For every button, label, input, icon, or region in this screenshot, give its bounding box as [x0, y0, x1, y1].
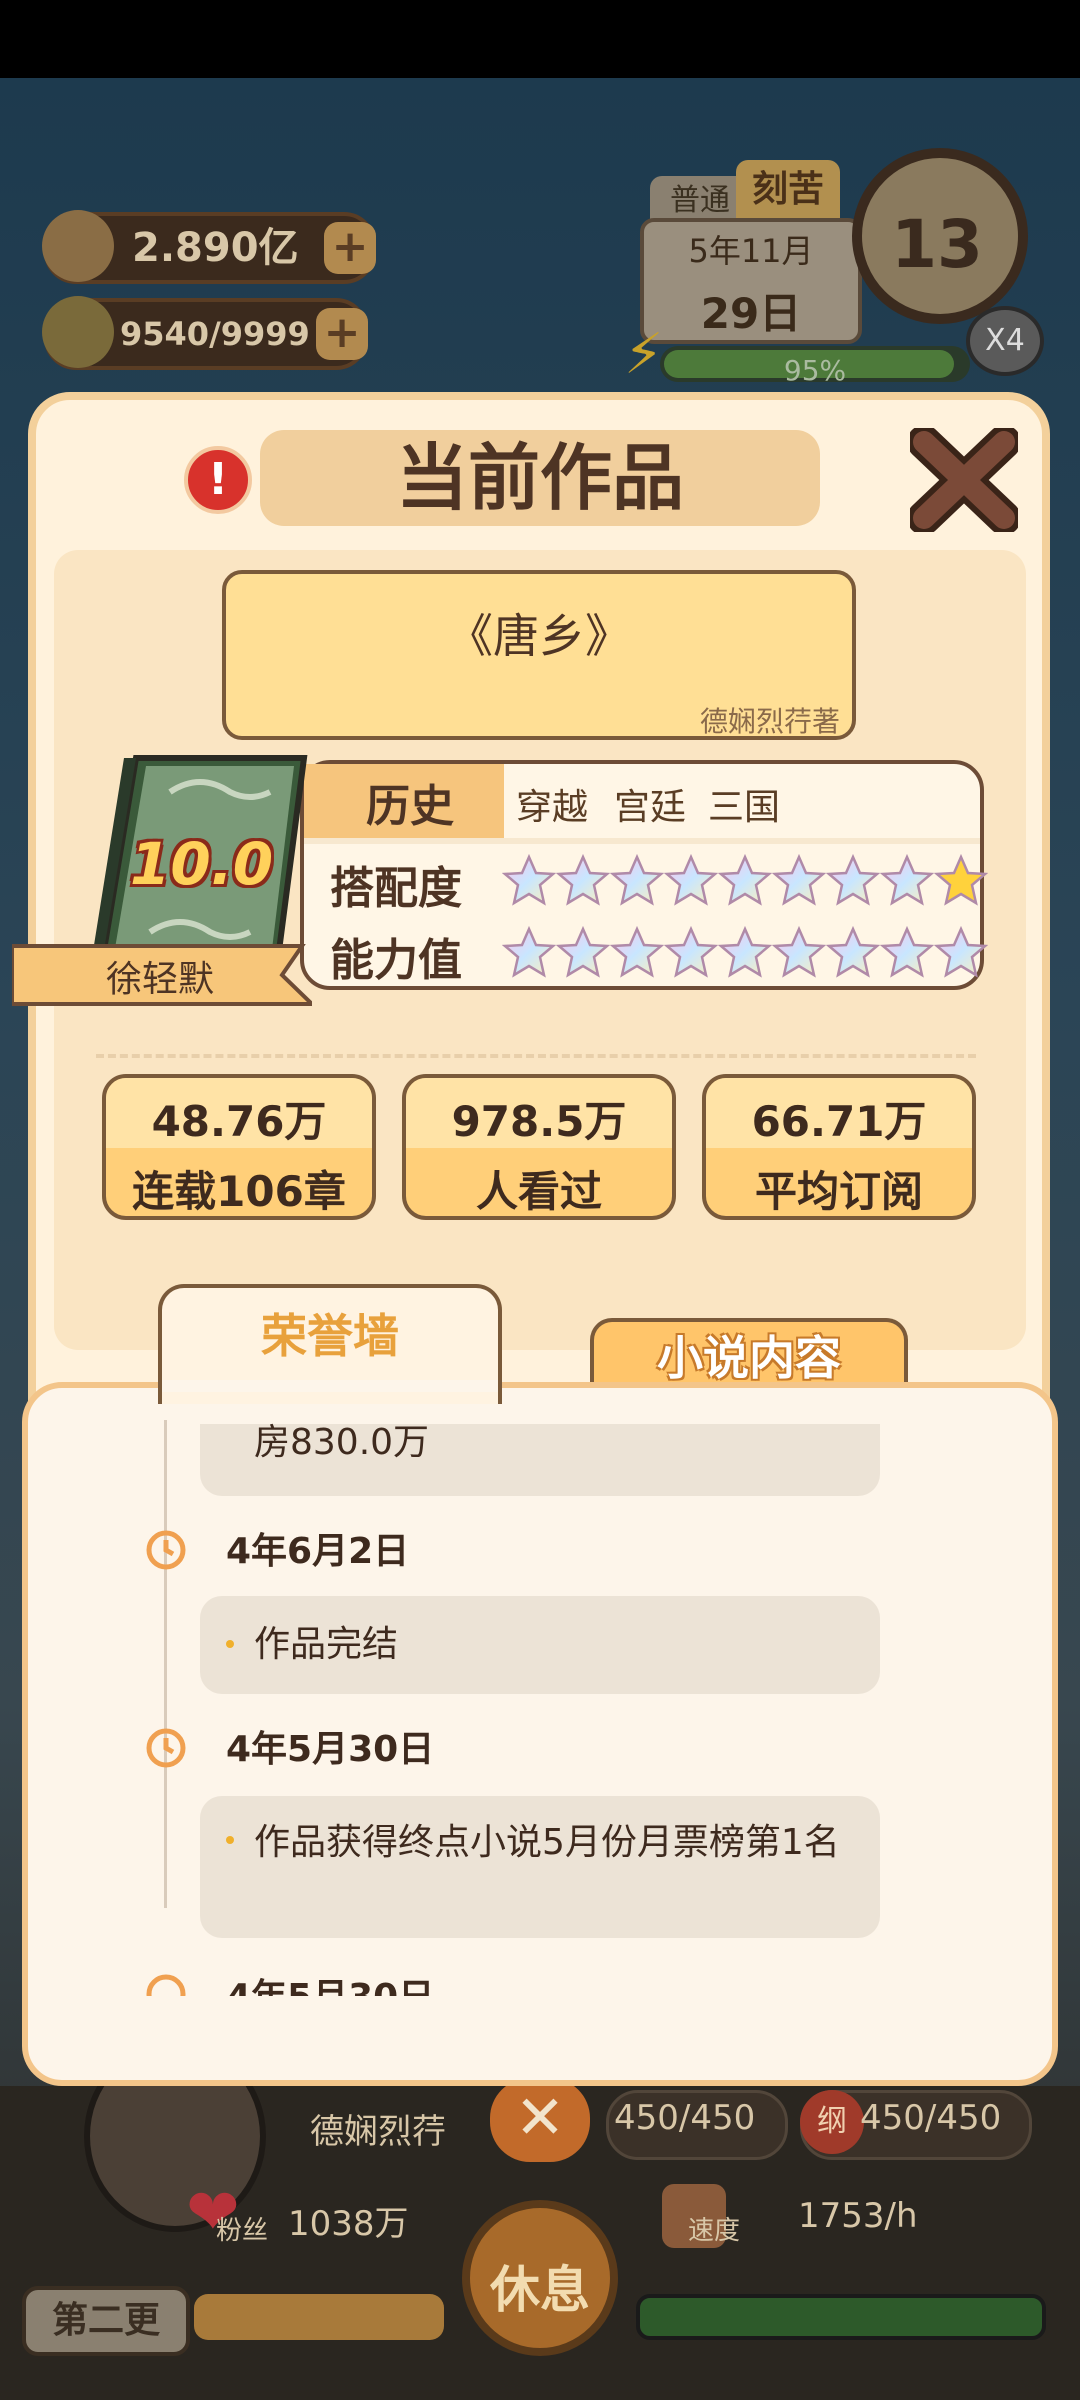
- match-stars: [501, 853, 989, 910]
- bottom-author-name: 德娴烈荇: [310, 2112, 446, 2152]
- tag-3: 三国: [708, 787, 781, 828]
- date-month: 5年11月: [688, 232, 814, 270]
- star-icon: [825, 925, 881, 980]
- stat-value: 48.76万: [151, 1097, 327, 1146]
- stat-value: 978.5万: [451, 1097, 627, 1146]
- star-icon: [501, 853, 557, 908]
- star-icon: [555, 925, 611, 980]
- stat-label: 连载106章: [132, 1167, 346, 1216]
- tag-1: 穿越: [516, 787, 589, 828]
- timeline-text: 作品获得终点小说5月份月票榜第1名: [254, 1822, 840, 1863]
- star-icon: [717, 925, 773, 980]
- energy-value: 9540/9999: [120, 315, 310, 353]
- star-icon: [555, 853, 611, 908]
- add-energy-icon[interactable]: +: [316, 308, 368, 360]
- status-bar: [0, 0, 1080, 78]
- timeline-line: [164, 1420, 167, 1908]
- row-divider: [304, 838, 980, 844]
- star-icon: [825, 853, 881, 908]
- stat-b-value: 450/450: [860, 2098, 1002, 2138]
- stat-label: 平均订阅: [754, 1167, 923, 1216]
- star-icon: [771, 853, 827, 908]
- dialog-title: 当前作品: [395, 436, 684, 520]
- cancel-x-button[interactable]: ✕: [490, 2078, 590, 2162]
- timeline-date: 4年5月30日: [226, 1729, 435, 1770]
- star-icon: [663, 853, 719, 908]
- star-icon: [663, 925, 719, 980]
- stat-card-views: 978.5万 人看过: [402, 1074, 676, 1220]
- chapter-button[interactable]: 第二更: [22, 2286, 190, 2356]
- tab-novel-content-label: 小说内容: [657, 1331, 841, 1385]
- clock-icon: [146, 1530, 186, 1570]
- stat-label: 人看过: [475, 1167, 602, 1216]
- book-title: 《唐乡》: [447, 609, 631, 663]
- tab-honor-mask: [162, 1380, 498, 1392]
- level-number: 13: [891, 206, 983, 283]
- star-icon: [879, 925, 935, 980]
- protagonist-name: 徐轻默: [105, 959, 214, 1000]
- rest-button-label: 休息: [490, 2261, 590, 2319]
- energy-counter[interactable]: 9540/9999 +: [42, 296, 368, 370]
- gold-value: 2.890亿: [132, 225, 299, 271]
- tab-honor-wall-label: 荣誉墙: [261, 1309, 399, 1363]
- ability-label: 能力值: [330, 935, 462, 986]
- genre-label: 历史: [366, 781, 454, 832]
- ability-stars: [501, 925, 989, 982]
- stamina-bar: [636, 2294, 1046, 2340]
- star-icon: [609, 925, 665, 980]
- star-icon: [933, 925, 989, 980]
- match-label: 搭配度: [330, 863, 462, 914]
- star-icon: [717, 853, 773, 908]
- lightbulb-icon: [42, 296, 114, 368]
- clock-icon: [146, 1974, 186, 1996]
- star-icon: [609, 853, 665, 908]
- tag-2: 宫廷: [614, 787, 687, 828]
- progress-percent: 95%: [783, 354, 847, 387]
- mode-tab-hard[interactable]: 刻苦: [736, 160, 840, 220]
- fans-label: 粉丝: [216, 2216, 269, 2246]
- add-gold-icon[interactable]: +: [324, 222, 376, 274]
- date-day: 29日: [700, 289, 802, 338]
- multiplier-badge[interactable]: X4: [966, 306, 1044, 376]
- close-x-icon[interactable]: [910, 428, 1018, 532]
- bullet-dot: [226, 1640, 234, 1648]
- bullet-dot: [226, 1836, 234, 1844]
- stat-value: 66.71万: [751, 1097, 927, 1146]
- timeline-clip: 4年5月30日: [140, 1968, 540, 1996]
- speed-value: 1753/h: [798, 2196, 918, 2236]
- timeline-text: 房830.0万: [254, 1422, 430, 1463]
- star-icon: [933, 853, 989, 908]
- lightning-icon: ⚡: [624, 322, 664, 387]
- writing-progress-bar: [194, 2294, 444, 2340]
- star-icon: [879, 853, 935, 908]
- star-icon: [501, 925, 557, 980]
- stat-card-avg-subscription: 66.71万 平均订阅: [702, 1074, 976, 1220]
- section-divider: [96, 1054, 976, 1058]
- gold-counter[interactable]: 2.890亿 +: [42, 210, 376, 284]
- fans-value: 1038万: [288, 2204, 409, 2244]
- timeline-date: 4年6月2日: [226, 1531, 410, 1572]
- book-author: 德娴烈荇著: [699, 705, 840, 738]
- book-score: 10.0: [130, 830, 274, 898]
- timeline-date: 4年5月30日: [226, 1968, 434, 1996]
- star-icon: [771, 925, 827, 980]
- clock-icon: [146, 1728, 186, 1768]
- exclamation-icon[interactable]: !: [184, 446, 252, 514]
- timeline-text: 作品完结: [254, 1624, 399, 1665]
- stat-b-icon: 纲: [800, 2090, 864, 2154]
- stat-card-subscribers: 48.76万 连载106章: [102, 1074, 376, 1220]
- speed-label: 速度: [688, 2216, 741, 2246]
- gold-coin-icon: [42, 210, 114, 282]
- stat-a-value: 450/450: [614, 2098, 756, 2138]
